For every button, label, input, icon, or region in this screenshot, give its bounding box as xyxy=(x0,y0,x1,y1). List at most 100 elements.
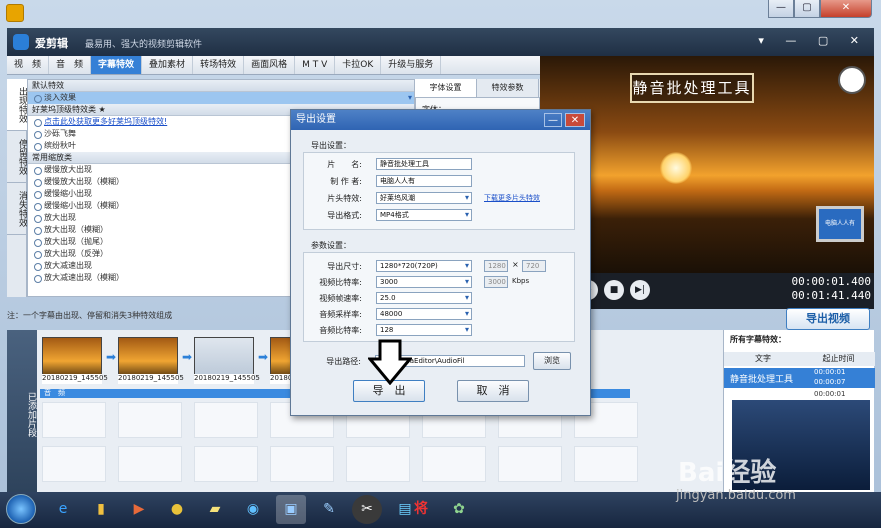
watermark-url: jingyan.baidu.com xyxy=(676,488,796,503)
intro-effect-select[interactable]: 好莱坞风潮 xyxy=(376,192,472,204)
media-player-icon[interactable]: ▶ xyxy=(124,495,154,524)
folder-icon[interactable]: ▮ xyxy=(86,495,116,524)
stop-icon[interactable]: ■ xyxy=(604,280,624,300)
empty-slot[interactable] xyxy=(194,446,258,482)
baidu-watermark: Bai经验 xyxy=(678,458,777,488)
subtitle-row-start: 00:00:01 xyxy=(814,368,846,376)
frame-rate-label: 视频帧速率: xyxy=(319,294,362,303)
clock-icon xyxy=(838,66,866,94)
export-dialog: 导出设置 — ✕ 导出设置： 片 名: 静音批处理工具 制 作 者: 电脑人人有… xyxy=(290,109,591,416)
empty-slot[interactable] xyxy=(422,446,486,482)
windows-taskbar: e ▮ ▶ ● ▰ ◉ ▣ ✎ ✂ ▤ 将 ✿ jingyan.baidu.co… xyxy=(0,488,881,528)
app-header-controls[interactable]: ▾ — ▢ ✕ xyxy=(758,34,868,47)
col-time: 起止时间 xyxy=(822,354,855,363)
download-intro-link[interactable]: 下载更多片头特效 xyxy=(484,193,540,203)
tab-stay-effect[interactable]: 停留特效 xyxy=(7,131,27,183)
size-label: 导出尺寸: xyxy=(327,262,362,271)
menu-upgrade[interactable]: 升级与服务 xyxy=(381,56,442,74)
preview-monitor-image: 电脑人人有 xyxy=(816,206,864,242)
browse-button[interactable]: 浏览 xyxy=(533,352,571,370)
tab-font-settings[interactable]: 字体设置 xyxy=(415,79,477,97)
close-button[interactable]: ✕ xyxy=(820,0,872,18)
export-path-label: 导出路径: xyxy=(326,357,361,366)
subtitle-list-header: 所有字幕特效： xyxy=(730,335,786,344)
menu-overlay[interactable]: 叠加素材 xyxy=(142,56,194,74)
empty-slot[interactable] xyxy=(498,446,562,482)
game-icon[interactable]: 将 xyxy=(406,495,436,524)
empty-slot[interactable] xyxy=(118,402,182,438)
arrow-right-icon: ➡ xyxy=(106,350,117,364)
author-input[interactable]: 电脑人人有 xyxy=(376,175,472,187)
name-label: 片 名: xyxy=(327,160,362,169)
empty-slot[interactable] xyxy=(194,402,258,438)
size-select[interactable]: 1280*720(720P) xyxy=(376,260,472,272)
times-symbol: × xyxy=(512,260,519,269)
menu-karaoke[interactable]: 卡拉OK xyxy=(335,56,382,74)
height-input[interactable]: 720 xyxy=(522,260,546,272)
total-time: 00:01:41.440 xyxy=(791,289,871,302)
timeline-side-label: 已添加片段 xyxy=(7,330,37,492)
tab-disappear-effect[interactable]: 消失特效 xyxy=(7,183,27,235)
subtitle-list-columns: 文字 起止时间 xyxy=(724,352,875,366)
name-input[interactable]: 静音批处理工具 xyxy=(376,158,472,170)
next-frame-icon[interactable]: ▶| xyxy=(630,280,650,300)
minimize-button[interactable]: — xyxy=(768,0,794,18)
menu-audio[interactable]: 音 频 xyxy=(49,56,92,74)
empty-slot[interactable] xyxy=(118,446,182,482)
app-taskbar-icon[interactable]: ▣ xyxy=(276,495,306,524)
section-default[interactable]: 默认特效 xyxy=(28,80,414,92)
app-header: 爱剪辑 最易用、强大的视频剪辑软件 ▾ — ▢ ✕ xyxy=(7,28,874,56)
empty-slot[interactable] xyxy=(574,446,638,482)
author-label: 制 作 者: xyxy=(330,177,362,186)
arrow-right-icon: ➡ xyxy=(258,350,269,364)
kbps-unit: Kbps xyxy=(512,277,530,285)
down-arrow-annotation-icon xyxy=(368,339,412,385)
browser-icon[interactable]: ◉ xyxy=(238,495,268,524)
export-video-button[interactable]: 导出视频 xyxy=(786,308,870,330)
flower-icon[interactable]: ✿ xyxy=(444,495,474,524)
menu-transition[interactable]: 转场特效 xyxy=(193,56,245,74)
ie-icon[interactable]: e xyxy=(48,495,78,524)
empty-slot[interactable] xyxy=(270,446,334,482)
chrome-icon[interactable]: ● xyxy=(162,495,192,524)
menu-video[interactable]: 视 频 xyxy=(7,56,50,74)
empty-slot[interactable] xyxy=(346,446,410,482)
effect-type-tabs: 出现特效 停留特效 消失特效 xyxy=(7,79,27,297)
scissors-icon[interactable]: ✂ xyxy=(352,495,382,524)
cancel-button[interactable]: 取 消 xyxy=(457,380,529,402)
menu-mtv[interactable]: M T V xyxy=(295,56,336,74)
clip-name: 20180219_145505 xyxy=(194,374,260,384)
audio-sample-select[interactable]: 48000 xyxy=(376,308,472,320)
audio-bitrate-select[interactable]: 128 xyxy=(376,324,472,336)
arrow-right-icon: ➡ xyxy=(182,350,193,364)
maximize-button[interactable]: ▢ xyxy=(794,0,820,18)
app-window-icon xyxy=(6,4,24,22)
frame-rate-select[interactable]: 25.0 xyxy=(376,292,472,304)
subtitle-row-text: 静音批处理工具 xyxy=(730,375,794,385)
empty-slot[interactable] xyxy=(42,446,106,482)
video-bitrate-box[interactable]: 3000 xyxy=(484,276,508,288)
time-display: 00:00:01.400 00:01:41.440 xyxy=(785,275,871,305)
dialog-close-button[interactable]: ✕ xyxy=(565,113,585,127)
paint-icon[interactable]: ✎ xyxy=(314,495,344,524)
window-controls: — ▢ ✕ xyxy=(768,0,876,20)
col-text: 文字 xyxy=(755,354,771,363)
dialog-minimize-button[interactable]: — xyxy=(544,113,562,127)
empty-slot[interactable] xyxy=(42,402,106,438)
subtitle-row[interactable]: 静音批处理工具 00:00:01 00:00:07 xyxy=(724,368,875,388)
app-logo-icon xyxy=(13,34,29,50)
export-settings-label: 导出设置： xyxy=(311,141,351,150)
video-bitrate-select[interactable]: 3000 xyxy=(376,276,472,288)
explorer-icon[interactable]: ▰ xyxy=(200,495,230,524)
effect-item[interactable]: 淡入效果 xyxy=(28,92,414,104)
menu-subtitle-effects[interactable]: 字幕特效 xyxy=(91,56,143,74)
menu-style[interactable]: 画面风格 xyxy=(244,56,296,74)
clip-name: 20180219_145505 xyxy=(42,374,108,384)
tab-appear-effect[interactable]: 出现特效 xyxy=(7,79,27,131)
tab-effect-params[interactable]: 特效参数 xyxy=(477,79,539,97)
params-group: 导出尺寸: 1280*720(720P) 1280 × 720 视频比特率: 3… xyxy=(303,252,575,342)
app-slogan: 最易用、强大的视频剪辑软件 xyxy=(85,40,203,50)
start-button[interactable] xyxy=(6,494,36,524)
format-select[interactable]: MP4格式 xyxy=(376,209,472,221)
width-input[interactable]: 1280 xyxy=(484,260,508,272)
